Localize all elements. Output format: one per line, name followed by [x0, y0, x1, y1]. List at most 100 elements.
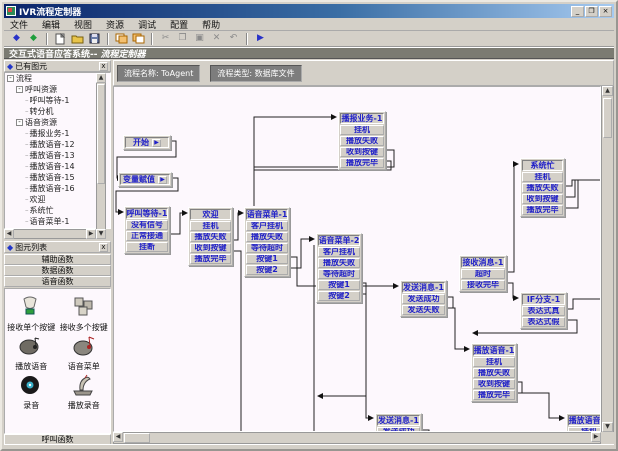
tree-item-系统忙[interactable]: –系统忙 — [5, 205, 110, 216]
tree-horizontal-scrollbar[interactable]: ◀ ▶ — [4, 229, 96, 239]
scroll-down-icon[interactable]: ▼ — [96, 229, 106, 239]
flow-canvas[interactable]: 开始▶变量赋值▶呼叫等待-1没有信号正常接通挂断欢迎挂机播放失败收到按键播放完毕… — [113, 86, 601, 432]
node-title[interactable]: 语音菜单-1 — [246, 209, 288, 220]
menu-item-6[interactable]: 帮助 — [202, 18, 220, 31]
node-branch-发送成功[interactable]: 发送成功 — [402, 294, 445, 304]
delete-icon[interactable]: ✕ — [209, 32, 224, 45]
palette-item-接收单个按键[interactable]: 接收单个按键 — [7, 295, 55, 332]
minimize-button[interactable]: _ — [571, 6, 584, 17]
tree-expander-icon[interactable]: - — [7, 75, 14, 82]
tree-item-转分机[interactable]: –转分机 — [5, 106, 110, 117]
flow-node-playvoice1b[interactable]: 播放语音-1挂机播放失败收到按键播放完毕 — [566, 413, 601, 432]
tree-item-播放语音-16[interactable]: –播放语音-16 — [5, 183, 110, 194]
palette-item-录音[interactable]: 录音 — [7, 373, 55, 410]
node-branch-挂机[interactable]: 挂机 — [473, 357, 515, 367]
node-title[interactable]: 呼叫等待-1 — [126, 208, 168, 219]
canvas-horizontal-scrollbar[interactable]: ◀ ▶ — [113, 432, 601, 444]
tree-item-播放语音-13[interactable]: –播放语音-13 — [5, 150, 110, 161]
category-bar-0[interactable]: 辅助函数 — [4, 254, 111, 265]
flow-node-broadcast1[interactable]: 播报业务-1挂机播放失败收到按键播放完毕 — [338, 111, 386, 170]
flow-node-callwait1[interactable]: 呼叫等待-1没有信号正常接通挂断 — [124, 206, 170, 254]
category-bar-1[interactable]: 数据函数 — [4, 265, 111, 276]
scroll-left-icon[interactable]: ◀ — [113, 432, 123, 442]
tree-item-播放语音-14[interactable]: –播放语音-14 — [5, 161, 110, 172]
node-branch-播放完毕[interactable]: 播放完毕 — [522, 205, 563, 215]
node-branch-播放失败[interactable]: 播放失败 — [473, 368, 515, 378]
flow-node-assign[interactable]: 变量赋值▶ — [118, 172, 172, 187]
tree-item-播放语音-12[interactable]: –播放语音-12 — [5, 139, 110, 150]
node-branch-表达式真[interactable]: 表达式真 — [522, 306, 565, 316]
export-flow-icon[interactable] — [131, 32, 146, 45]
flow-node-menu1[interactable]: 语音菜单-1客户挂机播放失败等待超时按键1按键2 — [244, 207, 290, 277]
scroll-right-icon[interactable]: ▶ — [86, 229, 96, 239]
open-folder-icon[interactable] — [70, 32, 85, 45]
node-branch-挂断[interactable]: 挂断 — [126, 242, 168, 252]
node-title[interactable]: 变量赋值▶ — [120, 174, 170, 185]
node-branch-挂机[interactable]: 挂机 — [522, 172, 563, 182]
flow-node-sysbusy[interactable]: 系统忙挂机播放失败收到按键播放完毕 — [520, 158, 565, 217]
node-title[interactable]: 发送消息-1 — [377, 415, 420, 426]
canvas-vertical-scrollbar[interactable]: ▲ ▼ — [601, 86, 614, 432]
run-icon[interactable]: ▶ — [253, 32, 268, 45]
tree-expander-icon[interactable]: - — [16, 86, 23, 93]
flow-node-recvmsg1[interactable]: 接收消息-1超时接收完毕 — [459, 255, 507, 292]
node-title[interactable]: IF分支-1 — [522, 294, 565, 305]
node-title[interactable]: 欢迎 — [190, 209, 231, 220]
node-branch-播放失败[interactable]: 播放失败 — [246, 232, 288, 242]
node-branch-播放失败[interactable]: 播放失败 — [318, 258, 360, 268]
tree-item-欢迎[interactable]: –欢迎 — [5, 194, 110, 205]
flow-node-welcome[interactable]: 欢迎挂机播放失败收到按键播放完毕 — [188, 207, 233, 266]
node-branch-收到按键[interactable]: 收到按键 — [522, 194, 563, 204]
flow-node-ifbranch1[interactable]: IF分支-1表达式真表达式假 — [520, 292, 567, 329]
menu-item-4[interactable]: 调试 — [138, 18, 156, 31]
list-close-icon[interactable]: x — [99, 243, 108, 252]
node-branch-表达式假[interactable]: 表达式假 — [522, 317, 565, 327]
scroll-left-icon[interactable]: ◀ — [4, 229, 14, 239]
new-file-icon[interactable] — [53, 32, 68, 45]
node-title[interactable]: 系统忙 — [522, 160, 563, 171]
node-branch-客户挂机[interactable]: 客户挂机 — [318, 247, 360, 257]
node-branch-收到按键[interactable]: 收到按键 — [473, 379, 515, 389]
node-branch-播放完毕[interactable]: 播放完毕 — [473, 390, 515, 400]
node-branch-播放失败[interactable]: 播放失败 — [190, 232, 231, 242]
node-branch-播放完毕[interactable]: 播放完毕 — [340, 158, 384, 168]
close-button[interactable]: × — [599, 6, 612, 17]
node-branch-播放完毕[interactable]: 播放完毕 — [190, 254, 231, 264]
paste-icon[interactable]: ▣ — [192, 32, 207, 45]
palette-item-播放录音[interactable]: 播放录音 — [60, 373, 108, 410]
node-title[interactable]: 播报业务-1 — [340, 113, 384, 124]
node-branch-接收完毕[interactable]: 接收完毕 — [461, 280, 505, 290]
node-branch-按键2[interactable]: 按键2 — [246, 265, 288, 275]
tree-expander-icon[interactable]: - — [16, 119, 23, 126]
palette-item-语音菜单[interactable]: 语音菜单 — [60, 334, 108, 371]
back-diamond-icon[interactable]: ◆ — [9, 32, 24, 45]
palette-close-icon[interactable]: x — [99, 62, 108, 71]
canvas-hscroll-thumb[interactable] — [124, 433, 150, 443]
canvas-vscroll-thumb[interactable] — [603, 98, 612, 138]
node-title[interactable]: 开始▶ — [125, 137, 169, 148]
tree-item-呼叫资源[interactable]: -呼叫资源 — [5, 84, 110, 95]
node-port-button[interactable]: ▶ — [152, 139, 161, 147]
node-branch-超时[interactable]: 超时 — [461, 269, 505, 279]
scroll-up-icon[interactable]: ▲ — [602, 86, 613, 96]
tree-item-播放语音-15[interactable]: –播放语音-15 — [5, 172, 110, 183]
node-branch-按键2[interactable]: 按键2 — [318, 291, 360, 301]
node-branch-挂机[interactable]: 挂机 — [340, 125, 384, 135]
tree-item-呼叫等待-1[interactable]: –呼叫等待-1 — [5, 95, 110, 106]
category-bar-2[interactable]: 语音函数 — [4, 276, 111, 287]
node-title[interactable]: 接收消息-1 — [461, 257, 505, 268]
node-branch-等待超时[interactable]: 等待超时 — [318, 269, 360, 279]
palette-item-接收多个按键[interactable]: 接收多个按键 — [60, 295, 108, 332]
tree-item-语音资源[interactable]: -语音资源 — [5, 117, 110, 128]
node-branch-按键1[interactable]: 按键1 — [318, 280, 360, 290]
menu-item-2[interactable]: 视图 — [74, 18, 92, 31]
palette-item-播放语音[interactable]: 播放语音 — [7, 334, 55, 371]
flow-node-sendmsg1[interactable]: 发送消息-1发送成功发送失败 — [400, 280, 447, 317]
scroll-right-icon[interactable]: ▶ — [591, 432, 601, 442]
flow-node-menu2[interactable]: 语音菜单-2客户挂机播放失败等待超时按键1按键2 — [316, 233, 362, 303]
scroll-up-icon[interactable]: ▲ — [96, 73, 106, 83]
flow-node-start[interactable]: 开始▶ — [123, 135, 171, 150]
undo-icon[interactable]: ↶ — [226, 32, 241, 45]
node-branch-客户挂机[interactable]: 客户挂机 — [246, 221, 288, 231]
menu-item-1[interactable]: 编辑 — [42, 18, 60, 31]
